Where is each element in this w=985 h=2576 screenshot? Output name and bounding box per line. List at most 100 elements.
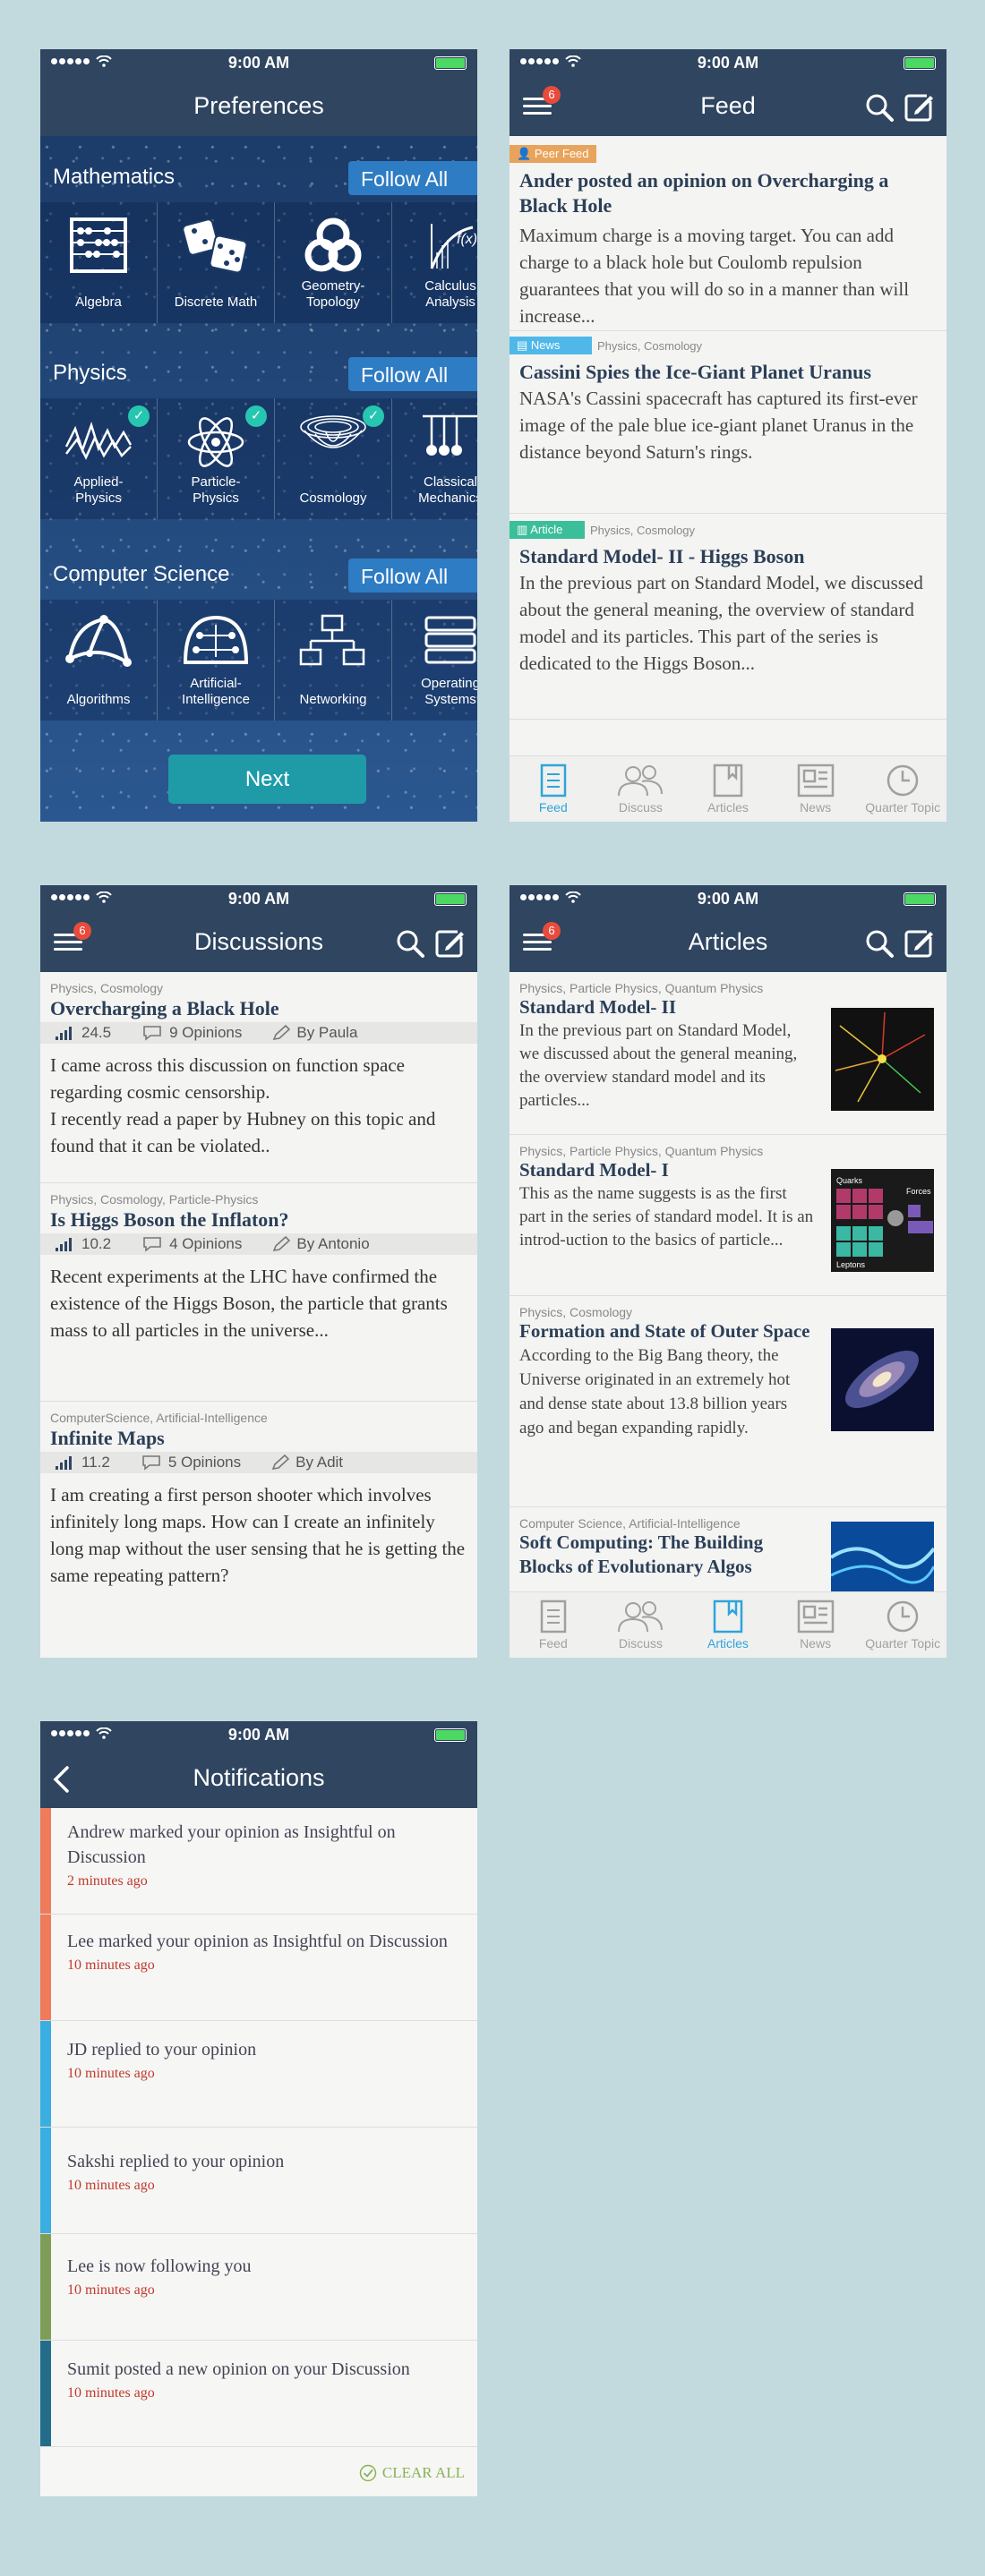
galaxy-thumbnail (831, 1328, 934, 1431)
follow-all-button[interactable]: Follow All (348, 357, 477, 391)
compose-icon[interactable] (434, 928, 465, 959)
follow-all-button[interactable]: Follow All (348, 161, 477, 195)
search-icon[interactable] (864, 92, 895, 123)
notification-color-bar (40, 2021, 51, 2127)
knot-icon (304, 218, 362, 272)
section-title: Physics (53, 361, 127, 385)
next-button[interactable]: Next (168, 755, 366, 804)
article-item[interactable]: Physics, Cosmology Formation and State o… (510, 1296, 946, 1507)
tab-discuss[interactable]: Discuss (597, 1592, 685, 1658)
topic-tile-calculus[interactable]: f(x) Calculus Analysis (392, 202, 477, 323)
feed-item[interactable]: ▤ News Physics, Cosmology Cassini Spies t… (510, 331, 946, 514)
article-item[interactable]: Computer Science, Artificial-Intelligenc… (510, 1507, 946, 1597)
topic-tile-artificial-intelligence[interactable]: Artificial- Intelligence (158, 600, 275, 721)
opinion-count: 4 Opinions (169, 1235, 243, 1252)
notification-item[interactable]: Sakshi replied to your opinion 10 minutes… (40, 2128, 477, 2234)
article-item[interactable]: Physics, Particle Physics, Quantum Physi… (510, 1135, 946, 1296)
tab-label: News (800, 800, 832, 815)
speech-bubble-icon (142, 1455, 160, 1471)
topic-tile-classical-mechanics[interactable]: Classical Mechanics (392, 398, 477, 519)
notification-item[interactable]: Lee is now following you 10 minutes ago (40, 2234, 477, 2341)
thumb-label-quarks: Quarks (836, 1176, 863, 1185)
follow-all-button[interactable]: Follow All (348, 559, 477, 593)
tab-discuss[interactable]: Discuss (597, 756, 685, 822)
notification-time: 10 minutes ago (67, 2385, 155, 2401)
status-bar: 9:00 AM (510, 49, 946, 77)
topic-tile-cosmology[interactable]: ✓ Cosmology (275, 398, 392, 519)
tab-quarter-topic[interactable]: Quarter Topic (859, 1592, 946, 1658)
topic-label: Classical Mechanics (418, 474, 477, 506)
tab-label: Quarter Topic (865, 800, 941, 815)
article-title: Soft Computing: The Building Blocks of E… (519, 1531, 764, 1577)
score-bars-icon (56, 1456, 72, 1470)
tab-label: News (800, 1636, 832, 1651)
standard-model-thumbnail: Quarks Forces Leptons (831, 1169, 934, 1272)
tab-label: Quarter Topic (865, 1636, 941, 1651)
network-lights-thumbnail (831, 1522, 934, 1597)
status-bar: 9:00 AM (40, 1721, 477, 1749)
discussions-screen: 9:00 AM 6 Discussions Physics, Cosmology… (40, 885, 477, 1658)
notification-color-bar (40, 2341, 51, 2446)
tab-feed[interactable]: Feed (510, 756, 597, 822)
topic-tile-discrete-math[interactable]: Discrete Math (158, 202, 275, 323)
notifications-screen: 9:00 AM Notifications Andrew marked your… (40, 1721, 477, 2496)
tab-label: Discuss (618, 1636, 663, 1651)
feed-item[interactable]: 👤 Peer Feed Ander posted an opinion on O… (510, 136, 946, 331)
discussion-item[interactable]: Physics, Cosmology, Particle-Physics Is … (40, 1183, 477, 1402)
notification-time: 10 minutes ago (67, 2282, 155, 2298)
search-icon[interactable] (864, 928, 895, 959)
section-physics: Physics Follow All ✓ Applied- Physics ✓ … (40, 352, 477, 519)
discussion-item[interactable]: ComputerScience, Artificial-Intelligence… (40, 1402, 477, 1658)
tab-articles[interactable]: Articles (684, 1592, 772, 1658)
topic-tile-algebra[interactable]: Algebra (40, 202, 158, 323)
article-item[interactable]: Physics, Particle Physics, Quantum Physi… (510, 972, 946, 1135)
clear-all-label: CLEAR ALL (381, 2464, 465, 2481)
people-icon (618, 1601, 664, 1633)
discussion-item[interactable]: Physics, Cosmology Overcharging a Black … (40, 972, 477, 1183)
topic-label: Calculus Analysis (424, 278, 476, 310)
notification-color-bar (40, 2234, 51, 2340)
tab-label: Articles (707, 1636, 749, 1651)
notification-list: Andrew marked your opinion as Insightful… (40, 1808, 477, 2447)
tab-label: Discuss (618, 800, 663, 815)
notification-item[interactable]: JD replied to your opinion 10 minutes ago (40, 2021, 477, 2128)
section-mathematics: Mathematics Follow All Algebra Discrete … (40, 156, 477, 323)
notification-item[interactable]: Sumit posted a new opinion on your Discu… (40, 2341, 477, 2447)
notification-item[interactable]: Lee marked your opinion as Insightful on… (40, 1915, 477, 2021)
notification-time: 2 minutes ago (67, 1873, 148, 1889)
topic-tile-operating-systems[interactable]: Operating Systems (392, 600, 477, 721)
notification-item[interactable]: Andrew marked your opinion as Insightful… (40, 1808, 477, 1915)
search-icon[interactable] (395, 928, 425, 959)
page-title: Preferences (193, 92, 324, 119)
article-body: This as the name suggests is as the firs… (519, 1184, 814, 1250)
author: By Paula (296, 1024, 358, 1041)
notification-color-bar (40, 1808, 51, 1914)
network-icon (299, 614, 365, 666)
topic-tile-networking[interactable]: Networking (275, 600, 392, 721)
topic-tile-applied-physics[interactable]: ✓ Applied- Physics (40, 398, 158, 519)
discussion-list: Physics, Cosmology Overcharging a Black … (40, 972, 477, 1658)
clear-all-button[interactable]: CLEAR ALL (359, 2464, 465, 2482)
topic-tile-algorithms[interactable]: Algorithms (40, 600, 158, 721)
notification-text: Lee marked your opinion as Insightful on… (67, 1932, 448, 1951)
topic-tile-particle-physics[interactable]: ✓ Particle- Physics (158, 398, 275, 519)
tab-quarter-topic[interactable]: Quarter Topic (859, 756, 946, 822)
tab-news[interactable]: News (772, 756, 860, 822)
compose-icon[interactable] (904, 92, 934, 123)
integral-icon: f(x) (430, 224, 477, 269)
waves-icon (64, 422, 133, 460)
tab-articles[interactable]: Articles (684, 756, 772, 822)
feed-item[interactable]: ▥ Article Physics, Cosmology Standard Mod… (510, 514, 946, 720)
status-time: 9:00 AM (227, 1726, 290, 1744)
discussion-body: I am creating a first person shooter whi… (50, 1484, 466, 1586)
tab-feed[interactable]: Feed (510, 1592, 597, 1658)
atom-icon (187, 417, 244, 467)
topic-label: Discrete Math (174, 294, 258, 310)
article-title: Standard Model- II (519, 996, 677, 1018)
notification-text: JD replied to your opinion (67, 2040, 257, 2060)
checkmark-icon: ✓ (245, 405, 267, 427)
tab-news[interactable]: News (772, 1592, 860, 1658)
topic-tile-geometry-topology[interactable]: Geometry- Topology (275, 202, 392, 323)
notification-text: Sakshi replied to your opinion (67, 2152, 285, 2171)
compose-icon[interactable] (904, 928, 934, 959)
